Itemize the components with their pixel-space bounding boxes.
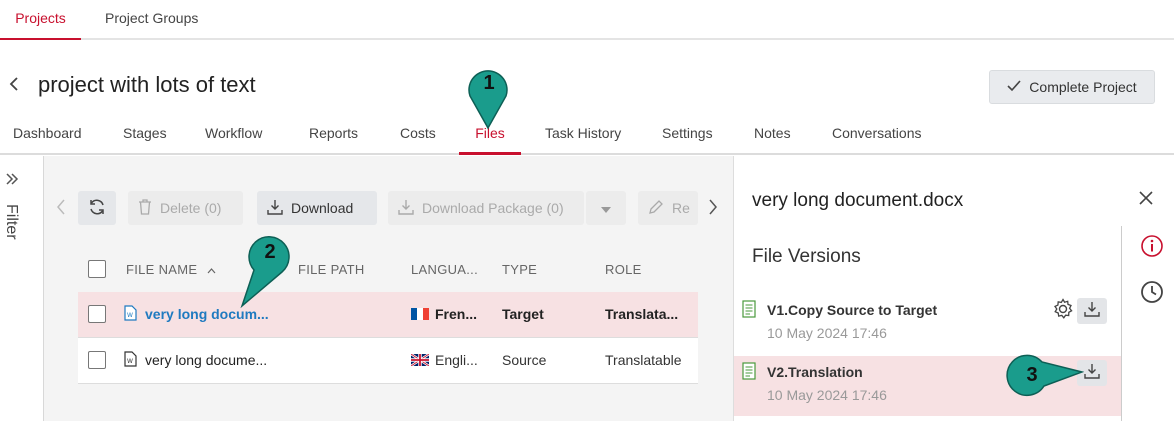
column-file-name[interactable]: FILE NAME (126, 262, 216, 277)
check-icon (1007, 79, 1021, 95)
select-all-checkbox[interactable] (88, 260, 106, 278)
tab-notes[interactable]: Notes (754, 117, 791, 155)
version-item[interactable]: V1.Copy Source to Target 10 May 2024 17:… (734, 294, 1121, 354)
callout-label-3: 3 (1026, 364, 1038, 386)
tab-workflow[interactable]: Workflow (205, 117, 262, 155)
language-cell: Engli... (411, 352, 478, 368)
version-date: 10 May 2024 17:46 (767, 325, 887, 341)
tab-costs[interactable]: Costs (400, 117, 436, 155)
clock-icon[interactable] (1140, 280, 1164, 309)
filter-label: Filter (3, 204, 20, 240)
file-name-link[interactable]: very long docume... (145, 352, 267, 368)
type-cell: Source (502, 352, 547, 368)
svg-text:W: W (127, 358, 133, 365)
complete-project-label: Complete Project (1029, 79, 1137, 95)
tab-projects[interactable]: Projects (0, 0, 81, 40)
tab-dashboard[interactable]: Dashboard (13, 117, 82, 155)
sort-asc-icon (207, 262, 216, 277)
download-package-button[interactable]: Download Package (0) (388, 191, 584, 225)
back-chevron-icon[interactable] (8, 76, 20, 97)
pencil-icon (648, 199, 664, 218)
french-flag-icon (411, 308, 429, 320)
info-icon[interactable] (1140, 234, 1164, 263)
refresh-icon (88, 198, 106, 219)
language-cell: Fren... (411, 306, 477, 322)
caret-down-icon (601, 200, 611, 216)
callout-label-2: 2 (264, 241, 276, 263)
version-download-button[interactable] (1077, 298, 1107, 324)
project-nav: Dashboard Stages Workflow Reports Costs … (0, 117, 1174, 155)
file-versions-title: File Versions (752, 246, 861, 267)
tab-project-groups[interactable]: Project Groups (105, 0, 198, 40)
chevron-left-icon[interactable] (56, 198, 66, 221)
svg-text:W: W (127, 312, 133, 319)
close-icon[interactable] (1138, 186, 1154, 212)
version-date: 10 May 2024 17:46 (767, 387, 887, 403)
download-package-dropdown[interactable] (586, 191, 626, 225)
tab-conversations[interactable]: Conversations (832, 117, 922, 155)
filter-sidebar[interactable]: Filter (0, 156, 44, 421)
download-button[interactable]: Download (257, 191, 377, 225)
file-details-panel: very long document.docx File Versions V1… (733, 156, 1174, 421)
row-checkbox[interactable] (88, 351, 106, 369)
delete-label: Delete (0) (160, 200, 222, 216)
download-icon (1084, 363, 1100, 384)
table-row[interactable]: W very long docume... Engli... Source Tr… (78, 338, 698, 384)
type-cell: Target (502, 306, 544, 322)
uk-flag-icon (411, 354, 429, 366)
version-doc-icon (742, 300, 756, 323)
details-title: very long document.docx (752, 190, 964, 211)
role-cell: Translata... (605, 306, 679, 322)
download-package-label: Download Package (0) (422, 200, 564, 216)
files-panel: Delete (0) Download Download Package (0)… (44, 156, 733, 421)
version-doc-icon (742, 362, 756, 385)
download-icon (398, 199, 414, 218)
row-checkbox[interactable] (88, 305, 106, 323)
page-title: project with lots of text (38, 72, 256, 97)
download-icon (1084, 301, 1100, 322)
column-role[interactable]: ROLE (605, 262, 642, 277)
complete-project-button[interactable]: Complete Project (989, 70, 1155, 104)
double-chevron-right-icon[interactable] (5, 172, 19, 190)
word-doc-icon: W (124, 351, 137, 370)
role-cell: Translatable (605, 352, 682, 368)
tab-stages[interactable]: Stages (123, 117, 167, 155)
download-label: Download (291, 200, 354, 216)
column-type[interactable]: TYPE (502, 262, 537, 277)
word-doc-icon: W (124, 305, 137, 324)
rename-button[interactable]: Re (638, 191, 698, 225)
version-name: V1.Copy Source to Target (767, 302, 938, 318)
table-row[interactable]: W very long docum... Fren... Target Tran… (78, 292, 698, 338)
gear-icon[interactable] (1052, 298, 1074, 325)
top-tab-bar: Projects Project Groups (0, 0, 1174, 40)
rename-label: Re (672, 200, 690, 216)
column-language[interactable]: LANGUA... (411, 262, 478, 277)
version-name: V2.Translation (767, 364, 863, 380)
callout-label-1: 1 (483, 72, 495, 94)
delete-button[interactable]: Delete (0) (128, 191, 243, 225)
panel-divider (1121, 226, 1122, 421)
download-icon (267, 199, 283, 218)
table-header: FILE NAME FILE PATH LANGUA... TYPE ROLE (78, 248, 698, 292)
chevron-right-icon[interactable] (708, 198, 718, 221)
column-file-path[interactable]: FILE PATH (298, 262, 365, 277)
refresh-button[interactable] (78, 191, 116, 225)
tab-settings[interactable]: Settings (662, 117, 713, 155)
trash-icon (138, 198, 152, 218)
tab-reports[interactable]: Reports (309, 117, 358, 155)
tab-task-history[interactable]: Task History (545, 117, 621, 155)
